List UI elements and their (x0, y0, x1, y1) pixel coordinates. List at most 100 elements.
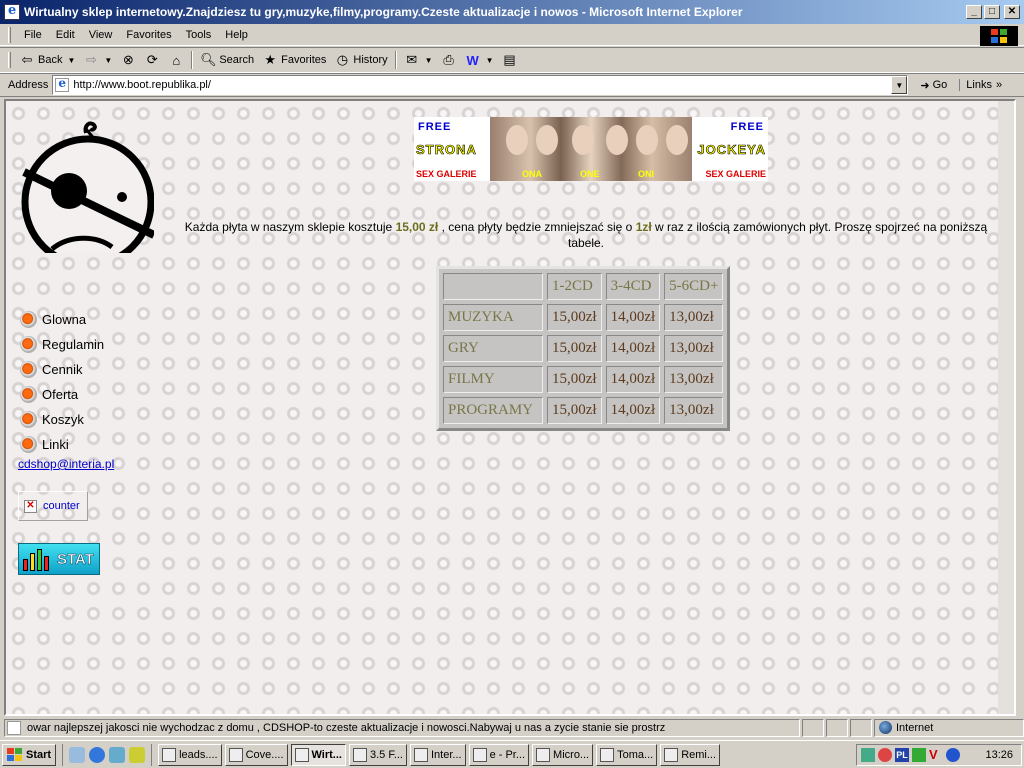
nav-item-linki[interactable]: Linki (20, 432, 104, 457)
table-row: FILMY 15,00zł 14,00zł 13,00zł (443, 366, 724, 393)
menu-file[interactable]: File (17, 27, 49, 43)
nav-item-cennik[interactable]: Cennik (20, 357, 104, 382)
chevron-right-icon: » (995, 79, 1003, 91)
table-header-cell: 5-6CD+ (664, 273, 724, 300)
address-input[interactable] (73, 79, 892, 91)
tray-antivirus-icon[interactable] (878, 748, 892, 762)
favorites-button[interactable]: ★ Favorites (258, 50, 330, 70)
minimize-button[interactable]: _ (966, 5, 982, 19)
quick-launch (62, 743, 153, 766)
chevron-down-icon[interactable]: ▼ (104, 56, 112, 65)
clock[interactable]: 13:26 (985, 749, 1013, 761)
tray-network-icon[interactable] (912, 748, 926, 762)
app-icon[interactable] (129, 746, 146, 763)
email-link[interactable]: cdshop@interia.pl (18, 457, 114, 471)
discuss-button[interactable]: ▤ (498, 50, 522, 70)
taskbar-button-active[interactable]: Wirt... (290, 743, 346, 766)
toolbar-grip[interactable] (8, 26, 11, 43)
toolbar-grip[interactable] (8, 52, 11, 68)
search-button[interactable]: 🔍︎ Search (196, 50, 258, 70)
forward-arrow-icon: ⇨ (85, 52, 97, 67)
chevron-down-icon[interactable]: ▼ (67, 56, 75, 65)
taskbar-button[interactable]: Micro... (532, 743, 594, 766)
vertical-scrollbar[interactable] (998, 101, 1014, 714)
counter-image[interactable]: ✕ counter (18, 491, 88, 521)
address-dropdown-button[interactable]: ▼ (891, 76, 908, 94)
start-button[interactable]: Start (2, 743, 57, 766)
intro-discount: 1zł (635, 220, 652, 234)
menu-edit[interactable]: Edit (49, 27, 82, 43)
banner-free-right: FREE (730, 121, 764, 133)
nav-item-glowna[interactable]: Glowna (20, 307, 104, 332)
nav-item-regulamin[interactable]: Regulamin (20, 332, 104, 357)
mail-button[interactable]: ✉ ▼ (400, 50, 437, 70)
favorites-icon: ★ (264, 52, 276, 67)
advertisement-banner[interactable]: FREE FREE STRONA JOCKEYA SEX GALERIE ONA… (414, 117, 768, 181)
close-button[interactable]: ✕ (1004, 5, 1020, 19)
intro-part-2: , cena płyty będzie zmniejszać się o (438, 220, 636, 234)
chevron-down-icon[interactable]: ▼ (486, 56, 494, 65)
task-icon (352, 747, 367, 762)
taskbar-button[interactable]: Inter... (410, 743, 466, 766)
address-label: Address (8, 79, 49, 91)
counter-alt-text: counter (43, 500, 80, 512)
status-text: owar najlepszej jakosci nie wychodzac z … (27, 721, 666, 734)
table-row: PROGRAMY 15,00zł 14,00zł 13,00zł (443, 397, 724, 424)
sad-face-eyepatch-logo (14, 121, 154, 255)
page-content[interactable]: FREE FREE STRONA JOCKEYA SEX GALERIE ONA… (4, 99, 1016, 716)
go-button[interactable]: ➜ Go (916, 79, 951, 92)
menu-view[interactable]: View (82, 27, 120, 43)
ie-icon[interactable] (89, 746, 106, 763)
table-header-cell (443, 273, 543, 300)
menu-help[interactable]: Help (218, 27, 255, 43)
nav-label: Oferta (42, 387, 79, 402)
tray-v-icon[interactable]: V (929, 748, 943, 762)
nav-item-oferta[interactable]: Oferta (20, 382, 104, 407)
forward-button[interactable]: ⇨ ▼ (79, 50, 116, 70)
window-title: Wirtualny sklep internetowy.Znajdziesz t… (24, 5, 743, 19)
taskbar-button[interactable]: 3.5 F... (348, 743, 407, 766)
title-bar[interactable]: Wirtualny sklep internetowy.Znajdziesz t… (0, 0, 1024, 24)
favorites-label: Favorites (281, 54, 327, 66)
taskbar-button[interactable]: Remi... (660, 743, 721, 766)
chevron-down-icon[interactable]: ▼ (425, 56, 433, 65)
price-cell: 14,00zł (605, 335, 661, 362)
table-row: GRY 15,00zł 14,00zł 13,00zł (443, 335, 724, 362)
nav-item-koszyk[interactable]: Koszyk (20, 407, 104, 432)
stat-badge[interactable]: STAT (18, 543, 100, 575)
task-icon (294, 747, 309, 762)
edit-button[interactable]: W ▼ (461, 50, 498, 70)
security-zone[interactable]: Internet (874, 718, 1024, 737)
show-desktop-icon[interactable] (69, 746, 86, 763)
language-indicator[interactable]: PL (895, 748, 909, 762)
home-button[interactable]: ⌂ (164, 50, 188, 70)
back-button[interactable]: ⇦ Back ▼ (15, 50, 79, 70)
taskbar-button[interactable]: Toma... (596, 743, 658, 766)
task-icon (536, 747, 551, 762)
taskbar-button[interactable]: leads.... (158, 743, 222, 766)
stop-button[interactable]: ⊗ (116, 50, 140, 70)
back-arrow-icon: ⇦ (21, 52, 33, 67)
maximize-button[interactable]: □ (984, 5, 1000, 19)
taskbar-button[interactable]: e - Pr... (468, 743, 530, 766)
tray-messenger-icon[interactable] (946, 748, 960, 762)
menu-tools[interactable]: Tools (179, 27, 219, 43)
category-cell: MUZYKA (443, 304, 543, 331)
links-toolbar[interactable]: Links » (959, 79, 1002, 91)
address-field[interactable]: ▼ (52, 75, 909, 95)
refresh-button[interactable]: ⟳ (140, 50, 164, 70)
print-button[interactable]: ⎙ (437, 50, 461, 70)
table-header-row: 1-2CD 3-4CD 5-6CD+ (443, 273, 724, 300)
price-cell: 14,00zł (605, 397, 661, 424)
network-icon[interactable] (109, 746, 126, 763)
status-cell (802, 718, 824, 737)
task-icon (600, 747, 615, 762)
tray-app-icon[interactable] (861, 748, 875, 762)
table-header-cell: 1-2CD (547, 273, 602, 300)
stop-icon: ⊗ (122, 52, 134, 67)
price-cell: 13,00zł (664, 304, 724, 331)
nav-label: Cennik (42, 362, 83, 377)
history-button[interactable]: ◷ History (330, 50, 391, 70)
taskbar-button[interactable]: Cove.... (224, 743, 288, 766)
menu-favorites[interactable]: Favorites (119, 27, 178, 43)
